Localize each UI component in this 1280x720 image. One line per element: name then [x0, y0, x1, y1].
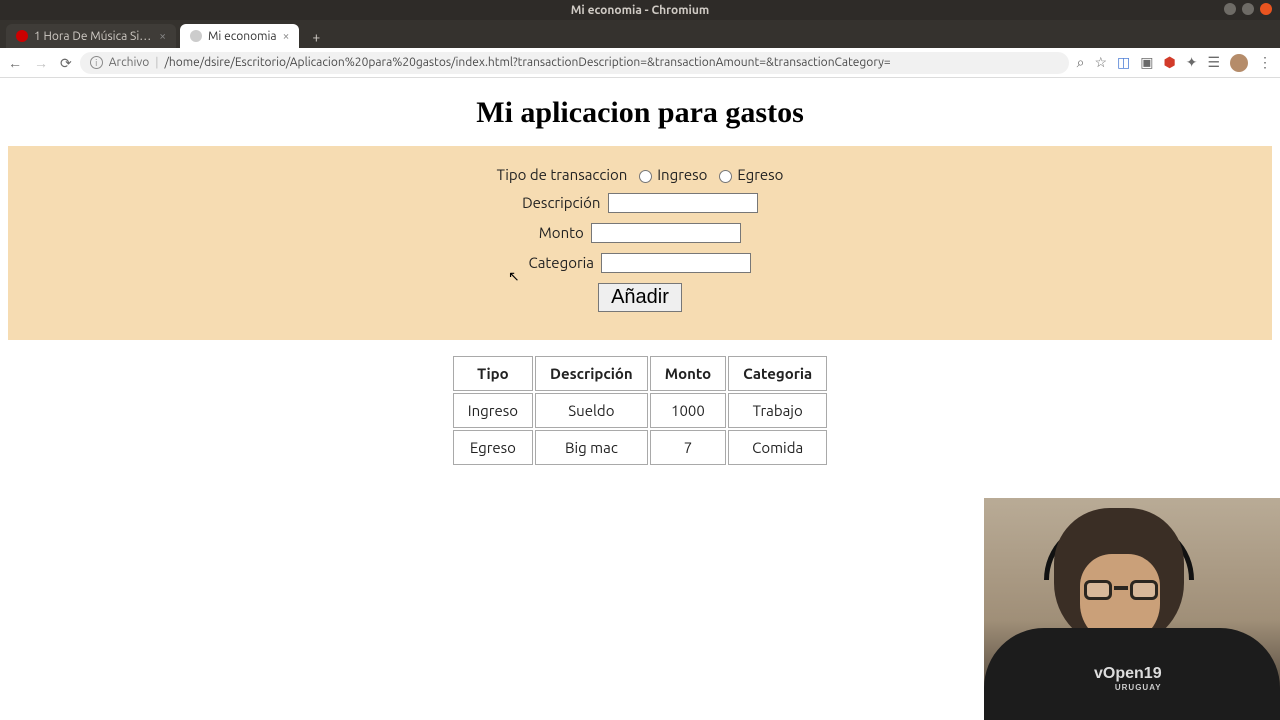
cell: Big mac: [535, 430, 648, 465]
amount-row: Monto: [16, 223, 1264, 243]
url-text: /home/dsire/Escritorio/Aplicacion%20para…: [164, 56, 890, 69]
type-opt-egreso: Egreso: [737, 166, 783, 183]
transaction-form: Tipo de transaccion Ingreso Egreso Descr…: [8, 146, 1272, 340]
nav-buttons: ← → ⟳: [8, 56, 72, 70]
cell: 1000: [650, 393, 726, 428]
desc-row: Descripción: [16, 193, 1264, 213]
type-radio-egreso[interactable]: [719, 170, 732, 183]
th-descripcion: Descripción: [535, 356, 648, 391]
back-icon[interactable]: ←: [8, 56, 22, 70]
amount-input[interactable]: [591, 223, 741, 243]
submit-row: Añadir: [16, 283, 1264, 312]
bookmark-icon[interactable]: ☆: [1094, 54, 1107, 71]
window-close-icon[interactable]: [1260, 3, 1272, 15]
cell: Egreso: [453, 430, 533, 465]
type-row: Tipo de transaccion Ingreso Egreso: [16, 166, 1264, 183]
tabstrip: 1 Hora De Música Sin C × Mi economia × +: [0, 20, 1280, 48]
window-controls: [1224, 3, 1272, 15]
amount-label: Monto: [539, 224, 584, 241]
type-opt-ingreso: Ingreso: [657, 166, 707, 183]
cell: Ingreso: [453, 393, 533, 428]
close-tab-icon[interactable]: ×: [283, 30, 290, 43]
omnibox[interactable]: i Archivo | /home/dsire/Escritorio/Aplic…: [80, 52, 1069, 74]
window-minimize-icon[interactable]: [1224, 3, 1236, 15]
table-row: Ingreso Sueldo 1000 Trabajo: [453, 393, 827, 428]
th-tipo: Tipo: [453, 356, 533, 391]
new-tab-button[interactable]: +: [305, 26, 327, 48]
shirt-logo: vOpen19 URUGUAY: [1094, 665, 1162, 692]
type-label: Tipo de transaccion: [497, 166, 628, 183]
window-maximize-icon[interactable]: [1242, 3, 1254, 15]
adblock-icon[interactable]: ⬢: [1163, 54, 1175, 71]
close-tab-icon[interactable]: ×: [159, 30, 166, 43]
browser-toolbar: ← → ⟳ i Archivo | /home/dsire/Escritorio…: [0, 48, 1280, 78]
category-input[interactable]: [601, 253, 751, 273]
tab-label: Mi economia: [208, 30, 277, 43]
cell: 7: [650, 430, 726, 465]
type-radio-ingreso[interactable]: [639, 170, 652, 183]
cell: Sueldo: [535, 393, 648, 428]
tab-label: 1 Hora De Música Sin C: [34, 30, 153, 43]
desc-input[interactable]: [608, 193, 758, 213]
tab-inactive[interactable]: 1 Hora De Música Sin C ×: [6, 24, 176, 48]
window-title: Mi economia - Chromium: [0, 4, 1280, 17]
transactions-table: Tipo Descripción Monto Categoria Ingreso…: [451, 354, 829, 467]
cell: Trabajo: [728, 393, 827, 428]
site-info-icon[interactable]: i: [90, 56, 103, 69]
extensions-menu-icon[interactable]: ✦: [1186, 54, 1198, 71]
page-favicon-icon: [190, 30, 202, 42]
add-button[interactable]: Añadir: [598, 283, 682, 312]
tab-active[interactable]: Mi economia ×: [180, 24, 299, 48]
category-label: Categoria: [529, 254, 595, 271]
reading-list-icon[interactable]: ☰: [1207, 54, 1220, 71]
th-categoria: Categoria: [728, 356, 827, 391]
table-header-row: Tipo Descripción Monto Categoria: [453, 356, 827, 391]
url-scheme: Archivo: [109, 56, 150, 69]
extension-icon[interactable]: ▣: [1140, 54, 1153, 71]
translate-icon[interactable]: ◫: [1117, 54, 1130, 71]
category-row: Categoria: [16, 253, 1264, 273]
forward-icon: →: [34, 56, 48, 70]
kebab-menu-icon[interactable]: ⋮: [1258, 54, 1272, 71]
profile-avatar[interactable]: [1230, 54, 1248, 72]
os-titlebar: Mi economia - Chromium: [0, 0, 1280, 20]
toolbar-actions: ⌕ ☆ ◫ ▣ ⬢ ✦ ☰ ⋮: [1077, 54, 1272, 72]
desc-label: Descripción: [522, 194, 600, 211]
youtube-icon: [16, 30, 28, 42]
cell: Comida: [728, 430, 827, 465]
webcam-overlay: vOpen19 URUGUAY: [984, 498, 1280, 720]
zoom-icon[interactable]: ⌕: [1077, 54, 1085, 71]
reload-icon[interactable]: ⟳: [60, 56, 72, 70]
table-row: Egreso Big mac 7 Comida: [453, 430, 827, 465]
page-title: Mi aplicacion para gastos: [0, 96, 1280, 130]
th-monto: Monto: [650, 356, 726, 391]
